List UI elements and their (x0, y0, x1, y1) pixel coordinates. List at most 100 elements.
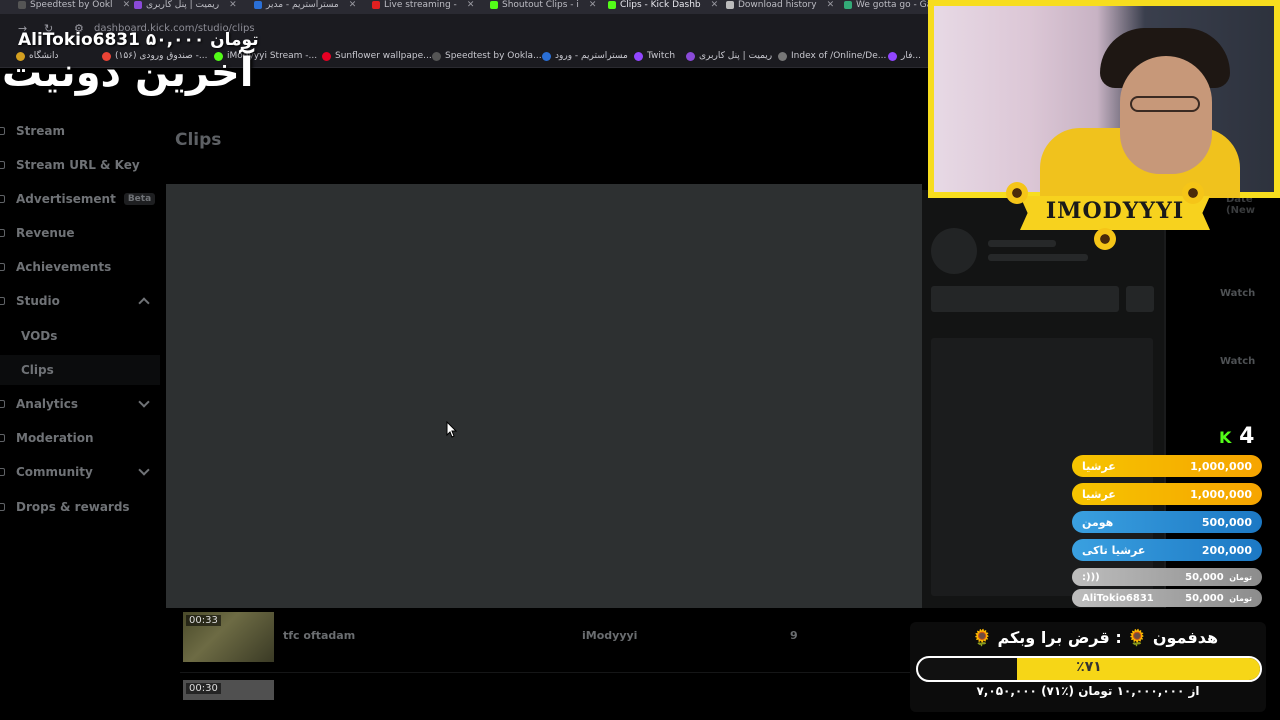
tab-favicon (844, 1, 852, 9)
trophy-icon (0, 263, 5, 271)
sidebar-item-moderation[interactable]: Moderation (0, 423, 160, 453)
close-tab-icon[interactable]: ✕ (123, 0, 131, 10)
kick-logo-icon: K (1219, 428, 1232, 447)
bookmark-item[interactable]: ریمیت | پنل کاربری (686, 51, 772, 61)
tab-favicon (608, 1, 616, 9)
chevron-down-icon (138, 464, 150, 476)
close-tab-icon[interactable]: ✕ (349, 0, 357, 10)
sidebar-item-community[interactable]: Community (0, 457, 160, 487)
bookmark-item[interactable]: Twitch (634, 51, 675, 61)
donor-amount: 1,000,000 (1190, 459, 1252, 473)
clip-views: 9 (790, 629, 798, 642)
play-icon (542, 51, 551, 61)
sidebar-item-analytics[interactable]: Analytics (0, 389, 160, 419)
webcam-subject-glasses (1130, 96, 1200, 112)
sunflower-icon (1182, 182, 1204, 204)
button-placeholder (1126, 286, 1154, 312)
donor-amount: 200,000 (1201, 543, 1252, 557)
goal-title: 🌻 هدفمون 🌻 : قرض برا وبکم (971, 628, 1219, 647)
chevron-down-icon (138, 396, 150, 408)
webcam-subject-face (1120, 56, 1212, 174)
watch-link[interactable]: Watch (1220, 288, 1255, 299)
megaphone-icon (0, 195, 5, 203)
donor-amount: 50,000 (1185, 571, 1224, 583)
bookmark-item[interactable]: فار... (888, 51, 921, 61)
bookmark-item[interactable]: Speedtest by Ookla... (432, 51, 542, 61)
clip-duration: 00:33 (186, 615, 221, 626)
leaderboard-entry: عرشیا تاکی 200,000 (1072, 539, 1262, 561)
leaderboard-entry: عرشیا 1,000,000 (1072, 483, 1262, 505)
clip-creator: iModyyyi (582, 629, 638, 642)
sidebar-item-advertisement[interactable]: Advertisement Beta (0, 184, 160, 214)
sidebar-item-stream[interactable]: Stream (0, 116, 160, 146)
browser-tab[interactable]: Live streaming - ✕ (372, 0, 474, 14)
beta-badge: Beta (123, 193, 156, 205)
donor-amount: 500,000 (1201, 515, 1252, 529)
avatar-placeholder (931, 228, 977, 274)
viewer-count: 4 (1239, 424, 1255, 449)
currency-unit: تومان (1229, 593, 1252, 603)
revenue-icon (0, 229, 5, 237)
globe-icon (778, 51, 787, 61)
donor-name: عرشیا (1082, 459, 1116, 473)
remit-icon (686, 51, 695, 61)
browser-tab[interactable]: Shoutout Clips - i ✕ (490, 0, 596, 14)
broadcast-icon (0, 127, 5, 135)
text-placeholder (988, 240, 1056, 247)
currency-unit: تومان (1229, 572, 1252, 582)
donor-name: :))) (1082, 571, 1100, 583)
close-tab-icon[interactable]: ✕ (229, 0, 237, 10)
sidebar-item-revenue[interactable]: Revenue (0, 218, 160, 248)
last-donation-text: AliTokio6831 ۵۰,۰۰۰ تومان (18, 30, 259, 50)
browser-tab[interactable]: Speedtest by Ookl ✕ (18, 0, 130, 14)
studio-icon (0, 297, 5, 305)
sidebar-item-stream-url[interactable]: Stream URL & Key (0, 150, 160, 180)
gift-icon (0, 503, 5, 511)
tab-favicon (490, 1, 498, 9)
tab-favicon (726, 1, 734, 9)
chart-icon (0, 400, 5, 408)
donor-amount: 1,000,000 (1190, 487, 1252, 501)
sidebar-item-vods[interactable]: VODs (0, 321, 160, 351)
sunflower-icon (1006, 182, 1028, 204)
bookmark-item[interactable]: مستراستریم - ورود (542, 51, 628, 61)
close-tab-icon[interactable]: ✕ (589, 0, 597, 10)
browser-tab[interactable]: ریمیت | پنل کاربری ✕ (134, 0, 237, 14)
streamer-name: IMODYYYI (1045, 198, 1185, 224)
browser-tab[interactable]: مستراستریم - مدیر ✕ (254, 0, 356, 14)
chevron-up-icon (138, 297, 150, 309)
speedtest-icon (432, 51, 441, 61)
bookmark-item[interactable]: Sunflower wallpape... (322, 51, 432, 61)
pinterest-icon (322, 51, 331, 61)
donor-name: AliTokio6831 (1082, 592, 1154, 604)
close-tab-icon[interactable]: ✕ (711, 0, 719, 10)
text-placeholder (988, 254, 1088, 261)
tab-favicon (18, 1, 26, 9)
sidebar-item-achievements[interactable]: Achievements (0, 252, 160, 282)
sidebar-item-clips[interactable]: Clips (0, 355, 160, 385)
close-tab-icon[interactable]: ✕ (827, 0, 835, 10)
clip-player-modal[interactable] (166, 184, 922, 608)
goal-percent: ٪۷۱ (1076, 659, 1102, 675)
tab-favicon (372, 1, 380, 9)
browser-tab[interactable]: Download history ✕ (726, 0, 834, 14)
donor-amount-wrap: تومان 50,000 (1185, 572, 1252, 583)
donor-name: هومن (1082, 515, 1114, 529)
clip-duration: 00:30 (186, 683, 221, 694)
bookmark-item[interactable]: Index of /Online/De... (778, 51, 886, 61)
donor-name: عرشیا تاکی (1082, 543, 1146, 557)
watch-link[interactable]: Watch (1220, 356, 1255, 367)
browser-tab-active[interactable]: Clips - Kick Dashb ✕ (608, 0, 718, 14)
twitch-icon (634, 51, 643, 61)
clip-title[interactable]: tfc oftadam (283, 629, 355, 642)
tab-favicon (254, 1, 262, 9)
sidebar-item-studio[interactable]: Studio (0, 286, 160, 316)
leaderboard-entry: :))) تومان 50,000 (1072, 568, 1262, 586)
sidebar-item-drops[interactable]: Drops & rewards (0, 492, 160, 522)
browser-tab[interactable]: We gotta go - Ga (844, 0, 932, 14)
tab-favicon (134, 1, 142, 9)
divider (180, 672, 920, 673)
close-tab-icon[interactable]: ✕ (467, 0, 475, 10)
bookmark-icon (888, 51, 897, 61)
donor-amount: 50,000 (1185, 592, 1224, 604)
